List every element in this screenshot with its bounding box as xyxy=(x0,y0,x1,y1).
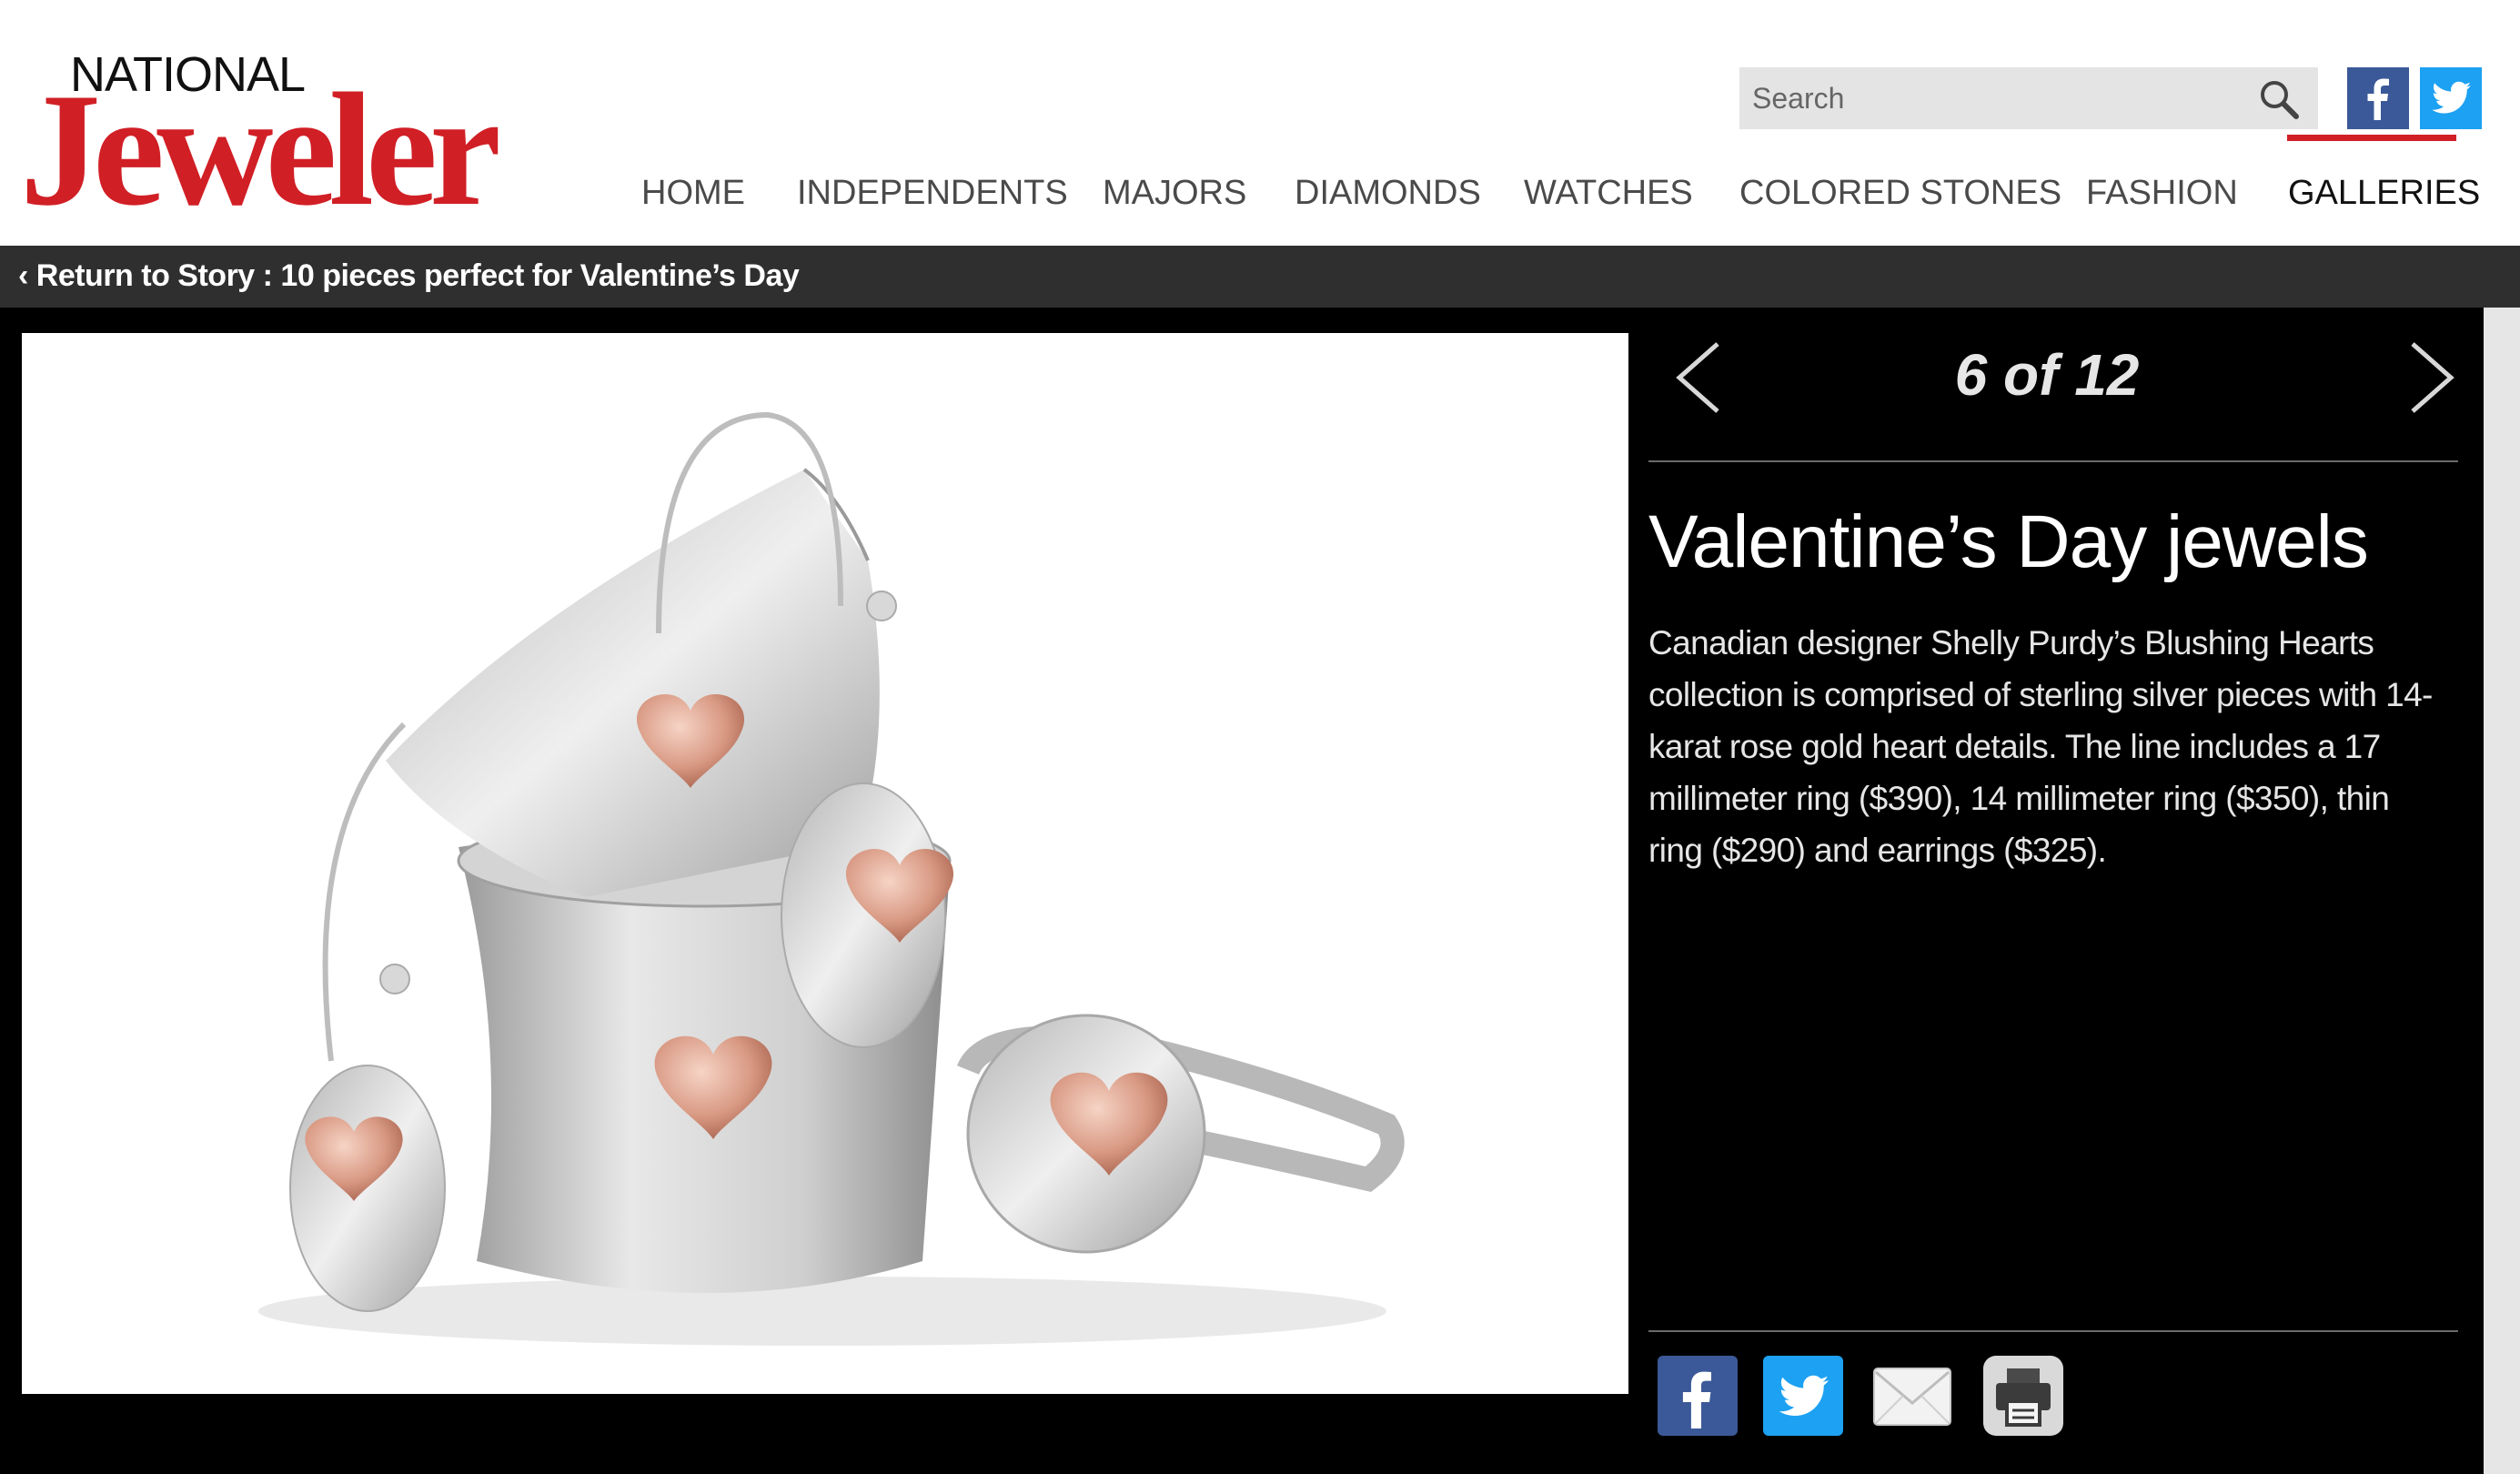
divider xyxy=(1648,460,2458,462)
main-nav: HOME INDEPENDENTS MAJORS DIAMONDS WATCHE… xyxy=(0,169,2520,224)
gallery-photo xyxy=(22,333,1628,1394)
search-box xyxy=(1739,67,2318,129)
slide-title: Valentine’s Day jewels xyxy=(1648,500,2369,583)
previous-slide-icon[interactable] xyxy=(1665,328,1729,428)
active-nav-indicator xyxy=(2287,135,2456,141)
next-slide-icon[interactable] xyxy=(2402,328,2465,428)
print-icon[interactable] xyxy=(1983,1356,2063,1436)
nav-galleries[interactable]: GALLERIES xyxy=(2288,169,2480,217)
nav-colored-stones[interactable]: COLORED STONES xyxy=(1739,169,2061,217)
nav-diamonds[interactable]: DIAMONDS xyxy=(1295,169,1481,217)
breadcrumb-bar: ‹ Return to Story : 10 pieces perfect fo… xyxy=(0,246,2520,308)
return-to-story-link[interactable]: ‹ Return to Story : 10 pieces perfect fo… xyxy=(18,255,800,297)
email-icon[interactable] xyxy=(1872,1356,1952,1436)
nav-independents[interactable]: INDEPENDENTS xyxy=(797,169,1068,217)
nav-majors[interactable]: MAJORS xyxy=(1103,169,1246,217)
twitter-icon[interactable] xyxy=(2420,67,2482,129)
site-header: NATIONAL Jeweler HOME INDEPENDENTS MAJOR… xyxy=(0,0,2520,246)
nav-home[interactable]: HOME xyxy=(641,169,745,217)
search-icon[interactable] xyxy=(2256,76,2302,122)
slide-counter: 6 of 12 xyxy=(1954,342,2140,408)
nav-watches[interactable]: WATCHES xyxy=(1524,169,1693,217)
gallery-viewer: 6 of 12 Valentine’s Day jewels Canadian … xyxy=(0,308,2484,1474)
facebook-icon[interactable] xyxy=(2347,67,2409,129)
nav-fashion[interactable]: FASHION xyxy=(2086,169,2238,217)
search-input[interactable] xyxy=(1739,67,2243,129)
page-edge xyxy=(2484,308,2520,1474)
facebook-icon[interactable] xyxy=(1658,1356,1738,1436)
divider xyxy=(1648,1330,2458,1332)
slide-description: Canadian designer Shelly Purdy’s Blushin… xyxy=(1648,624,2433,869)
twitter-icon[interactable] xyxy=(1763,1356,1843,1436)
